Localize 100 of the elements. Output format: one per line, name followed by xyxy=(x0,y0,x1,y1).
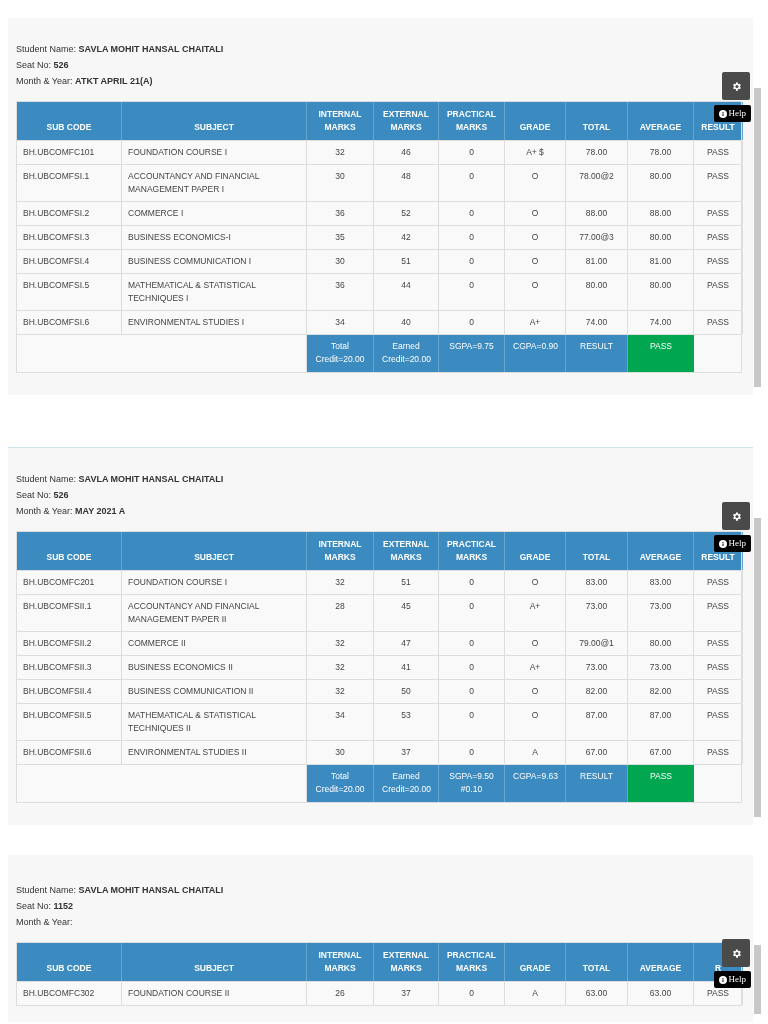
table-cell: 40 xyxy=(374,311,439,334)
table-cell: A+ xyxy=(505,656,566,679)
help-button[interactable]: Help xyxy=(713,971,751,988)
table-cell: 34 xyxy=(307,704,374,740)
info-icon xyxy=(718,975,727,984)
table-cell: BUSINESS COMMUNICATION I xyxy=(122,250,307,273)
month-year: Month & Year: xyxy=(16,916,73,930)
help-button[interactable]: Help xyxy=(713,535,751,552)
table-cell: 78.00 xyxy=(566,141,628,164)
table-cell: O xyxy=(505,250,566,273)
help-button[interactable]: Help xyxy=(713,105,751,122)
summary-cell: Total Credit=20.00 xyxy=(307,335,374,372)
table-cell: BUSINESS COMMUNICATION II xyxy=(122,680,307,703)
table-cell: 73.00 xyxy=(628,595,694,631)
summary-cell: Total Credit=20.00 xyxy=(307,765,374,802)
table-cell: 37 xyxy=(374,982,439,1005)
table-cell: PASS xyxy=(694,595,743,631)
table-cell: 0 xyxy=(439,680,505,703)
table-cell: BH.UBCOMFC201 xyxy=(17,571,122,594)
table-cell: A+ $ xyxy=(505,141,566,164)
column-header: TOTAL xyxy=(566,943,628,981)
table-cell: 63.00 xyxy=(566,982,628,1005)
column-header: GRADE xyxy=(505,102,566,140)
table-cell: PASS xyxy=(694,141,743,164)
table-cell: COMMERCE II xyxy=(122,632,307,655)
scrollbar xyxy=(754,945,761,1014)
column-header: SUBJECT xyxy=(122,943,307,981)
column-header: INTERNAL MARKS xyxy=(307,943,374,981)
table-cell: PASS xyxy=(694,632,743,655)
table-cell: BUSINESS ECONOMICS-I xyxy=(122,226,307,249)
table-cell: O xyxy=(505,274,566,310)
table-cell: 79.00@1 xyxy=(566,632,628,655)
settings-button[interactable] xyxy=(722,502,750,530)
table-cell: 80.00 xyxy=(628,226,694,249)
table-cell: 26 xyxy=(307,982,374,1005)
table-cell: 41 xyxy=(374,656,439,679)
table-cell: BH.UBCOMFSII.6 xyxy=(17,741,122,764)
table-cell: PASS xyxy=(694,311,743,334)
table-cell: BH.UBCOMFSI.1 xyxy=(17,165,122,201)
table-cell: PASS xyxy=(694,656,743,679)
info-icon xyxy=(718,109,727,118)
settings-button[interactable] xyxy=(722,939,750,967)
table-cell: BH.UBCOMFSII.3 xyxy=(17,656,122,679)
table-cell: O xyxy=(505,680,566,703)
column-header: EXTERNAL MARKS xyxy=(374,532,439,570)
table-cell: BH.UBCOMFC302 xyxy=(17,982,122,1005)
table-cell: PASS xyxy=(694,250,743,273)
table-cell: PASS xyxy=(694,202,743,225)
table-cell: 32 xyxy=(307,141,374,164)
month-year: Month & Year: ATKT APRIL 21(A) xyxy=(16,75,153,89)
column-header: GRADE xyxy=(505,532,566,570)
table-cell: BH.UBCOMFSII.2 xyxy=(17,632,122,655)
table-cell: 32 xyxy=(307,656,374,679)
table-cell: 73.00 xyxy=(628,656,694,679)
column-header: GRADE xyxy=(505,943,566,981)
table-cell: 30 xyxy=(307,250,374,273)
table-cell: 0 xyxy=(439,274,505,310)
table-cell: ENVIRONMENTAL STUDIES II xyxy=(122,741,307,764)
table-cell: 0 xyxy=(439,226,505,249)
table-cell: 0 xyxy=(439,632,505,655)
table-cell: 0 xyxy=(439,595,505,631)
table-cell: 80.00 xyxy=(628,632,694,655)
table-cell: O xyxy=(505,202,566,225)
table-cell: BH.UBCOMFSI.5 xyxy=(17,274,122,310)
info-icon xyxy=(718,539,727,548)
table-cell: 0 xyxy=(439,311,505,334)
table-cell: 37 xyxy=(374,741,439,764)
table-cell: MATHEMATICAL & STATISTICAL TECHNIQUES I xyxy=(122,274,307,310)
table-cell: 80.00 xyxy=(628,165,694,201)
table-cell: 78.00@2 xyxy=(566,165,628,201)
table-cell: 0 xyxy=(439,165,505,201)
column-header: SUBJECT xyxy=(122,532,307,570)
table-cell: 0 xyxy=(439,250,505,273)
table-cell: 87.00 xyxy=(566,704,628,740)
table-cell: BH.UBCOMFC101 xyxy=(17,141,122,164)
settings-button[interactable] xyxy=(722,72,750,100)
table-cell: 0 xyxy=(439,741,505,764)
table-cell: BH.UBCOMFSII.1 xyxy=(17,595,122,631)
table-cell: 74.00 xyxy=(628,311,694,334)
result-status: PASS xyxy=(628,335,694,372)
settings-icon xyxy=(730,947,742,959)
table-cell: 63.00 xyxy=(628,982,694,1005)
summary-cell: RESULT xyxy=(566,335,628,372)
table-cell: O xyxy=(505,165,566,201)
column-header: SUB CODE xyxy=(17,943,122,981)
summary-cell: SGPA=9.50 #0.10 xyxy=(439,765,505,802)
table-cell: 36 xyxy=(307,274,374,310)
table-cell: PASS xyxy=(694,704,743,740)
table-cell: 0 xyxy=(439,656,505,679)
table-cell: MATHEMATICAL & STATISTICAL TECHNIQUES II xyxy=(122,704,307,740)
table-cell: 46 xyxy=(374,141,439,164)
table-cell: O xyxy=(505,704,566,740)
column-header: SUB CODE xyxy=(17,532,122,570)
table-cell: 74.00 xyxy=(566,311,628,334)
table-cell: 51 xyxy=(374,571,439,594)
table-cell: BH.UBCOMFSII.5 xyxy=(17,704,122,740)
table-cell: 77.00@3 xyxy=(566,226,628,249)
table-cell: BH.UBCOMFSII.4 xyxy=(17,680,122,703)
seat-number: Seat No: 526 xyxy=(16,59,69,73)
column-header: INTERNAL MARKS xyxy=(307,102,374,140)
